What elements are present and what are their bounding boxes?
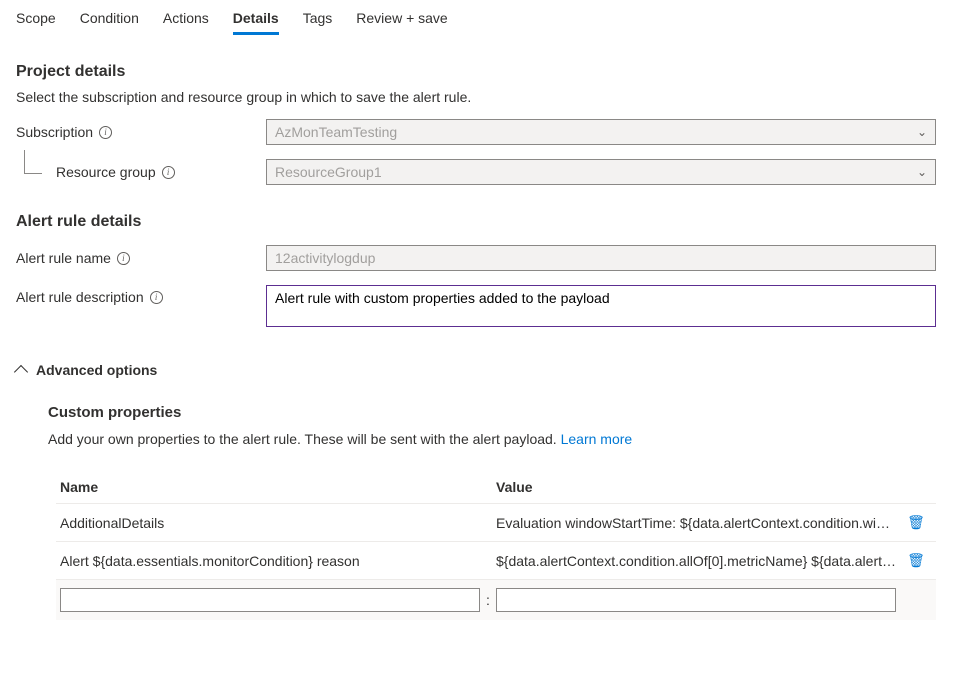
- column-header-name: Name: [60, 479, 480, 495]
- subscription-label: Subscription: [16, 124, 93, 140]
- rule-name-value: 12activitylogdup: [275, 250, 375, 266]
- delete-icon[interactable]: 🗑: [896, 552, 936, 569]
- custom-properties-desc-text: Add your own properties to the alert rul…: [48, 431, 561, 447]
- custom-properties-table: Name Value AdditionalDetails Evaluation …: [56, 471, 936, 620]
- column-header-value: Value: [496, 479, 896, 495]
- tab-actions[interactable]: Actions: [163, 6, 209, 35]
- rule-name-input: 12activitylogdup: [266, 245, 936, 271]
- new-property-name-input[interactable]: [60, 588, 480, 612]
- tab-tags[interactable]: Tags: [303, 6, 333, 35]
- table-row: Alert ${data.essentials.monitorCondition…: [56, 542, 936, 580]
- info-icon[interactable]: i: [99, 126, 112, 139]
- advanced-options-label: Advanced options: [36, 362, 157, 378]
- resource-group-dropdown[interactable]: ResourceGroup1 ⌄: [266, 159, 936, 185]
- tab-bar: Scope Condition Actions Details Tags Rev…: [16, 0, 952, 35]
- tab-scope[interactable]: Scope: [16, 6, 56, 35]
- tree-connector: [24, 150, 42, 174]
- rule-description-input[interactable]: Alert rule with custom properties added …: [266, 285, 936, 327]
- rule-desc-label: Alert rule description: [16, 289, 144, 305]
- rule-name-label: Alert rule name: [16, 250, 111, 266]
- delete-icon[interactable]: 🗑: [896, 514, 936, 531]
- chevron-up-icon: [14, 365, 28, 379]
- learn-more-link[interactable]: Learn more: [561, 431, 633, 447]
- project-details-desc: Select the subscription and resource gro…: [16, 89, 952, 105]
- colon-separator: :: [480, 592, 496, 608]
- new-property-row: :: [56, 580, 936, 620]
- advanced-options-toggle[interactable]: Advanced options: [16, 362, 952, 378]
- property-value: Evaluation windowStartTime: ${data.alert…: [496, 515, 896, 531]
- chevron-down-icon: ⌄: [917, 165, 927, 179]
- tab-condition[interactable]: Condition: [80, 6, 139, 35]
- alert-rule-details-title: Alert rule details: [16, 213, 952, 231]
- resource-group-value: ResourceGroup1: [275, 164, 382, 180]
- info-icon[interactable]: i: [150, 291, 163, 304]
- new-property-value-input[interactable]: [496, 588, 896, 612]
- chevron-down-icon: ⌄: [917, 125, 927, 139]
- project-details-title: Project details: [16, 63, 952, 81]
- tab-details[interactable]: Details: [233, 6, 279, 35]
- property-name: AdditionalDetails: [60, 515, 480, 531]
- subscription-dropdown[interactable]: AzMonTeamTesting ⌄: [266, 119, 936, 145]
- custom-properties-title: Custom properties: [48, 404, 952, 421]
- custom-properties-desc: Add your own properties to the alert rul…: [48, 431, 952, 447]
- info-icon[interactable]: i: [162, 166, 175, 179]
- tab-review[interactable]: Review + save: [356, 6, 447, 35]
- property-value: ${data.alertContext.condition.allOf[0].m…: [496, 553, 896, 569]
- info-icon[interactable]: i: [117, 252, 130, 265]
- subscription-value: AzMonTeamTesting: [275, 124, 397, 140]
- resource-group-label: Resource group: [56, 164, 156, 180]
- property-name: Alert ${data.essentials.monitorCondition…: [60, 553, 480, 569]
- table-row: AdditionalDetails Evaluation windowStart…: [56, 504, 936, 542]
